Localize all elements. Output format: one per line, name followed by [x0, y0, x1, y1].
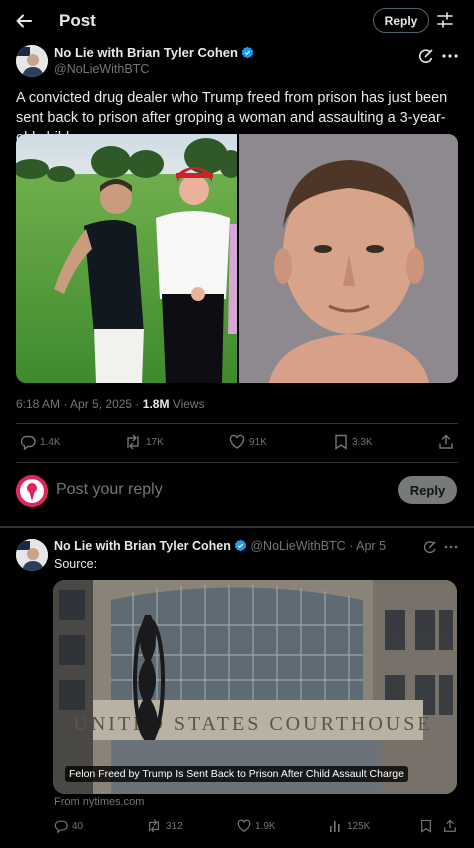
bookmark-icon — [421, 819, 431, 833]
reply-button-top[interactable]: Reply — [373, 8, 429, 33]
bookmark-icon — [335, 434, 347, 450]
verified-icon — [234, 539, 247, 552]
grok-icon[interactable] — [418, 48, 434, 64]
reply-date[interactable]: Apr 5 — [356, 539, 386, 553]
building-sign: UNITED STATES COURTHOUSE — [73, 713, 432, 735]
filter-icon[interactable] — [436, 11, 454, 29]
card-source[interactable]: From nytimes.com — [54, 796, 144, 808]
back-arrow-icon[interactable] — [14, 11, 34, 31]
repost-count: 17K — [146, 436, 164, 448]
share-icon — [439, 434, 453, 449]
repost-icon — [149, 819, 159, 833]
like-icon — [229, 434, 245, 449]
more-icon[interactable] — [441, 48, 459, 64]
more-icon[interactable] — [444, 541, 458, 553]
like-action-2[interactable]: 1.9K — [237, 819, 276, 833]
views-label: Views — [172, 397, 205, 411]
author-name[interactable]: No Lie with Brian Tyler Cohen — [54, 45, 238, 60]
reply-author-row: No Lie with Brian Tyler Cohen @NoLieWith… — [54, 539, 387, 553]
reply-count: 40 — [72, 820, 84, 832]
reply-action-2[interactable]: 40 — [54, 819, 83, 833]
bookmark-count: 3.3K — [352, 436, 373, 448]
share-action[interactable] — [438, 434, 458, 450]
reply-input[interactable]: Post your reply — [56, 481, 163, 499]
section-separator — [0, 526, 474, 528]
reply-icon — [20, 435, 36, 450]
page-title: Post — [59, 11, 96, 30]
views-action-2[interactable]: 125K — [329, 819, 370, 833]
reply-author-name[interactable]: No Lie with Brian Tyler Cohen — [54, 539, 231, 553]
repost-action[interactable]: 17K — [124, 434, 164, 450]
top-bar: Post Reply — [0, 0, 474, 42]
like-count: 1.9K — [255, 820, 276, 832]
repost-action-2[interactable]: 312 — [146, 819, 183, 833]
reply-author-handle[interactable]: @NoLieWithBTC — [250, 539, 345, 553]
card-title: Felon Freed by Trump Is Sent Back to Pri… — [65, 766, 408, 782]
divider — [16, 462, 458, 463]
share-icon — [444, 819, 456, 832]
link-card[interactable]: UNITED STATES COURTHOUSE Felon Freed by … — [53, 580, 457, 794]
user-avatar[interactable] — [16, 475, 48, 507]
author-avatar[interactable] — [16, 45, 48, 77]
verified-icon — [241, 46, 254, 59]
post-meta: 6:18 AM · Apr 5, 2025 · 1.8M Views — [16, 397, 205, 411]
reply-submit-button[interactable]: Reply — [398, 476, 457, 504]
bookmark-action-2[interactable] — [420, 819, 436, 833]
reply-author-avatar[interactable] — [16, 539, 48, 571]
views-count: 125K — [347, 820, 371, 832]
author-name-row[interactable]: No Lie with Brian Tyler Cohen — [54, 45, 254, 60]
bookmark-action[interactable]: 3.3K — [334, 434, 373, 450]
like-action[interactable]: 91K — [229, 434, 267, 450]
reply-text: Source: — [54, 557, 98, 571]
reply-count: 1.4K — [40, 436, 61, 448]
grok-icon[interactable] — [423, 540, 437, 554]
repost-icon — [127, 434, 139, 450]
courthouse-image: UNITED STATES COURTHOUSE — [53, 580, 457, 794]
reply-icon — [54, 820, 68, 833]
post-time[interactable]: 6:18 AM — [16, 397, 60, 411]
post-image-golf[interactable] — [16, 134, 237, 383]
share-action-2[interactable] — [443, 819, 461, 833]
repost-count: 312 — [166, 820, 183, 832]
reply-action[interactable]: 1.4K — [20, 434, 61, 450]
author-handle[interactable]: @NoLieWithBTC — [54, 62, 149, 76]
views-count: 1.8M — [142, 397, 170, 411]
views-icon — [330, 821, 340, 832]
like-icon — [237, 819, 251, 832]
divider — [16, 423, 458, 424]
post-date[interactable]: Apr 5, 2025 — [70, 397, 132, 411]
post-image-mugshot[interactable] — [239, 134, 458, 383]
like-count: 91K — [249, 436, 267, 448]
